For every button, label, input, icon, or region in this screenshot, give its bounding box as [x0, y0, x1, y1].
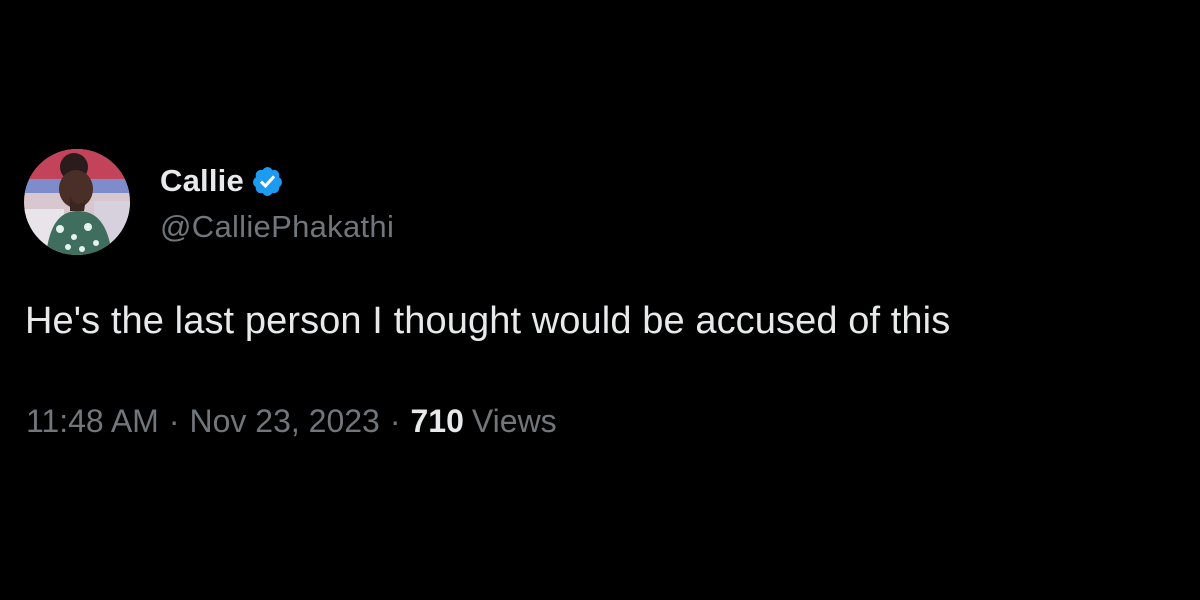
views-count[interactable]: 710 [411, 403, 464, 440]
author-info: Callie @CalliePhakathi [160, 159, 394, 245]
verified-badge-icon [251, 165, 284, 198]
tweet-meta: 11:48 AM · Nov 23, 2023 · 710 Views [26, 403, 557, 440]
meta-separator: · [168, 403, 180, 439]
author-display-name[interactable]: Callie [160, 163, 244, 199]
avatar[interactable] [24, 149, 130, 255]
tweet-header: Callie @CalliePhakathi [24, 148, 1174, 256]
tweet-text: He's the last person I thought would be … [25, 300, 951, 342]
tweet-time[interactable]: 11:48 AM [26, 403, 159, 440]
author-handle[interactable]: @CalliePhakathi [160, 209, 394, 245]
avatar-image [24, 149, 130, 255]
tweet-date[interactable]: Nov 23, 2023 [189, 403, 379, 440]
author-name-row: Callie [160, 159, 394, 203]
views-label[interactable]: Views [472, 403, 557, 440]
meta-separator: · [389, 403, 401, 439]
tweet-card: Callie @CalliePhakathi He's the last per… [24, 148, 1174, 439]
